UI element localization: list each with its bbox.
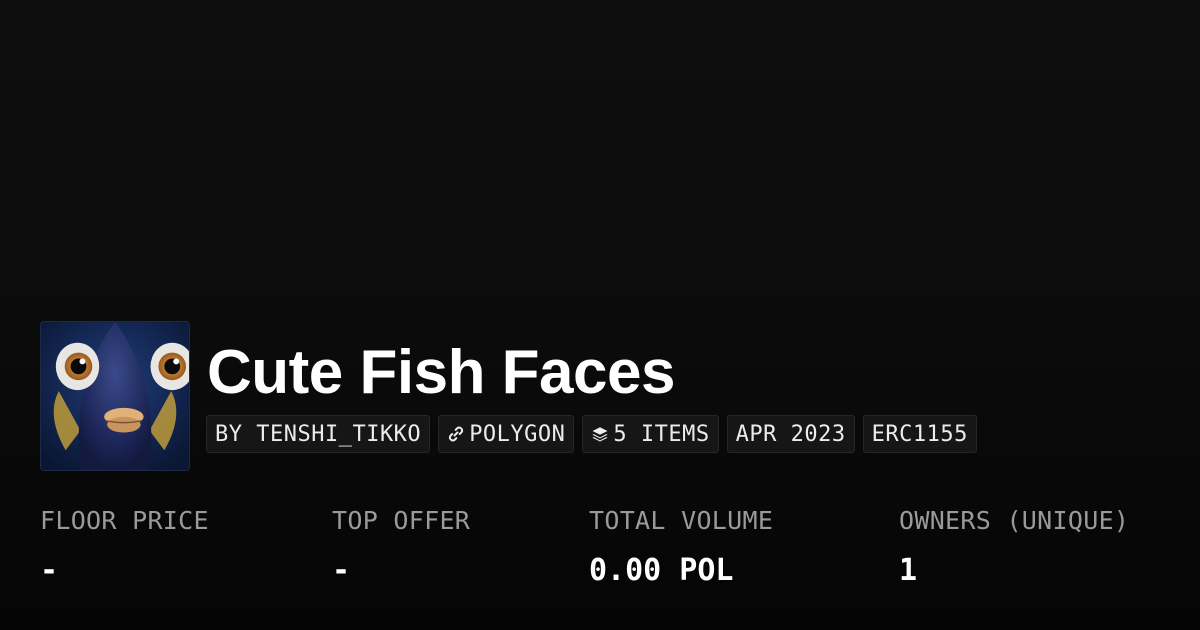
standard-label: ERC1155: [871, 421, 968, 447]
fish-face-avatar-image: [41, 322, 189, 470]
floor-price-value: -: [40, 553, 59, 588]
floor-price-stat: FLOOR PRICE -: [40, 503, 209, 589]
top-offer-value: -: [332, 553, 351, 588]
chain-tag[interactable]: POLYGON: [438, 415, 575, 453]
owners-label: OWNERS (UNIQUE): [899, 506, 1130, 535]
collection-title: Cute Fish Faces: [207, 338, 675, 407]
floor-price-label: FLOOR PRICE: [40, 506, 209, 535]
owners-stat: OWNERS (UNIQUE) 1: [899, 503, 1129, 589]
collection-avatar: [40, 321, 190, 471]
total-volume-label: TOTAL VOLUME: [589, 506, 774, 535]
standard-tag: ERC1155: [862, 415, 977, 453]
top-offer-label: TOP OFFER: [332, 506, 471, 535]
owners-value: 1: [899, 553, 918, 588]
top-offer-stat: TOP OFFER -: [332, 503, 470, 589]
total-volume-stat: TOTAL VOLUME 0.00 POL: [589, 503, 773, 589]
date-label: APR 2023: [735, 421, 846, 447]
chain-label: POLYGON: [469, 421, 566, 447]
creator-tag[interactable]: BY TENSHI_TIKKO: [206, 415, 431, 453]
total-volume-value: 0.00 POL: [589, 553, 734, 588]
layers-icon: [592, 427, 608, 442]
collection-tags: BY TENSHI_TIKKO POLYGON 5 ITEMS APR 2023…: [206, 415, 977, 453]
date-tag: APR 2023: [726, 415, 855, 453]
items-tag: 5 ITEMS: [582, 415, 719, 453]
link-icon: [449, 426, 464, 442]
creator-label: BY TENSHI_TIKKO: [215, 421, 422, 447]
items-label: 5 ITEMS: [613, 421, 710, 447]
